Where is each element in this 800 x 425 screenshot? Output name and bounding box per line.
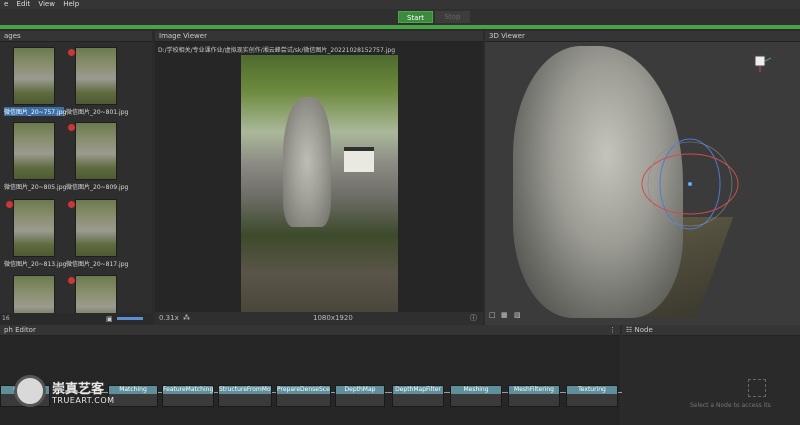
- image-count: 16: [2, 315, 10, 322]
- watermark-logo: [14, 375, 46, 407]
- thumbnail-image: [13, 275, 55, 313]
- node-panel-title: Node: [634, 326, 653, 334]
- watermark-subtext: TRUEART.COM: [52, 396, 115, 405]
- viewer3d-canvas[interactable]: [485, 42, 800, 325]
- viewer-photo: [241, 55, 398, 312]
- watermark-text: 崇真艺客: [52, 382, 105, 397]
- menu-edit[interactable]: Edit: [17, 0, 31, 8]
- graph-node-preparedensescene[interactable]: PrepareDenseScene: [276, 385, 331, 407]
- thumbnail-image: [75, 199, 117, 257]
- image-viewer-footer: 0.31x ⁂ 1080x1920 ⓘ: [155, 312, 483, 325]
- menu-view[interactable]: View: [38, 0, 55, 8]
- thumbnail-7[interactable]: [4, 275, 64, 313]
- grid-icon[interactable]: ▦: [501, 311, 508, 319]
- error-icon: [68, 49, 75, 56]
- image-path: D:/学校相关/专业课作业/虚拟现实创作/湘云峰尝试/sk/微信图片_20221…: [158, 47, 396, 54]
- graph-node-depthmapfilter[interactable]: DepthMapFilter: [392, 385, 444, 407]
- thumbnail-size-slider[interactable]: [117, 317, 143, 320]
- more-icon[interactable]: ⋮: [609, 325, 616, 336]
- node-hint-text: Select a Node to access its: [690, 402, 771, 409]
- menu-help[interactable]: Help: [63, 0, 79, 8]
- thumbnail-caption: 微信图片_20~801.jpg: [66, 109, 129, 116]
- graph-node-texturing[interactable]: Texturing: [566, 385, 618, 407]
- menu-file[interactable]: e: [4, 0, 8, 8]
- images-panel: 微信图片_20~757.jpg 微信图片_20~801.jpg 微信图片_20~…: [0, 42, 152, 313]
- pattern-icon[interactable]: ▧: [514, 311, 521, 319]
- graph-node-meshing[interactable]: Meshing: [450, 385, 502, 407]
- stop-button[interactable]: Stop: [435, 11, 470, 23]
- thumbnail-4[interactable]: 微信图片_20~809.jpg: [66, 122, 129, 194]
- graph-node-structurefrommotion[interactable]: StructureFromMotion: [218, 385, 272, 407]
- thumbnail-8[interactable]: [66, 275, 126, 313]
- thumbnail-1[interactable]: 微信图片_20~757.jpg: [4, 47, 67, 119]
- graph-node-meshfiltering[interactable]: MeshFiltering: [508, 385, 560, 407]
- graph-editor-title: ph Editor: [4, 326, 36, 334]
- error-icon: [68, 277, 75, 284]
- image-viewer-header: Image Viewer: [155, 31, 483, 42]
- images-panel-title: ages: [4, 32, 21, 40]
- rock-shape: [283, 97, 331, 227]
- sliders-icon: ☷: [626, 326, 633, 334]
- viewer3d-header: 3D Viewer: [485, 31, 800, 42]
- error-icon: [68, 201, 75, 208]
- thumbnail-caption: 微信图片_20~813.jpg: [4, 261, 67, 268]
- start-button[interactable]: Start: [398, 11, 433, 23]
- graph-editor-header: ph Editor ⋮: [0, 325, 620, 336]
- menu-bar: e Edit View Help: [0, 0, 800, 9]
- square-icon[interactable]: □: [489, 311, 496, 319]
- thumbnail-6[interactable]: 微信图片_20~817.jpg: [66, 199, 129, 271]
- graph-node-depthmap[interactable]: DepthMap: [335, 385, 385, 407]
- thumbnail-5[interactable]: 微信图片_20~813.jpg: [4, 199, 67, 271]
- thumbnail-caption: 微信图片_20~809.jpg: [66, 184, 129, 191]
- house-shape: [344, 147, 374, 172]
- image-viewer-title: Image Viewer: [159, 32, 207, 40]
- graph-node-featurematching[interactable]: FeatureMatching: [162, 385, 214, 407]
- progress-bar: [0, 25, 800, 29]
- node-placeholder-icon: [748, 379, 766, 397]
- grid-icon[interactable]: ▣: [106, 313, 113, 325]
- progress-fill: [0, 25, 800, 29]
- thumbnail-3[interactable]: 微信图片_20~805.jpg: [4, 122, 67, 194]
- thumbnail-image: [13, 199, 55, 257]
- thumbnail-image: [75, 47, 117, 105]
- error-icon: [6, 201, 13, 208]
- thumbnail-image: [75, 275, 117, 313]
- graph-node-matching[interactable]: Matching: [108, 385, 158, 407]
- zoom-label: 0.31x: [159, 314, 179, 322]
- viewer3d-title: 3D Viewer: [489, 32, 525, 40]
- node-panel-header: ☷ Node: [622, 325, 800, 336]
- info-icon[interactable]: ⓘ: [470, 312, 477, 325]
- thumbnail-image: [13, 122, 55, 180]
- metadata-icon[interactable]: ⁂: [183, 312, 190, 325]
- thumbnail-2[interactable]: 微信图片_20~801.jpg: [66, 47, 129, 119]
- thumbnail-image: [75, 122, 117, 180]
- node-panel: [622, 336, 800, 425]
- thumbnail-caption: 微信图片_20~817.jpg: [66, 261, 129, 268]
- thumbnail-caption: 微信图片_20~757.jpg: [4, 107, 67, 116]
- error-icon: [68, 124, 75, 131]
- thumbnail-caption: 微信图片_20~805.jpg: [4, 184, 67, 191]
- viewer3d-toolbar: □ ▦ ▧: [485, 311, 545, 323]
- resolution-label: 1080x1920: [313, 314, 353, 322]
- images-panel-header: ages: [0, 31, 152, 42]
- thumbnail-image: [13, 47, 55, 105]
- manipulator-gizmo[interactable]: [485, 42, 800, 325]
